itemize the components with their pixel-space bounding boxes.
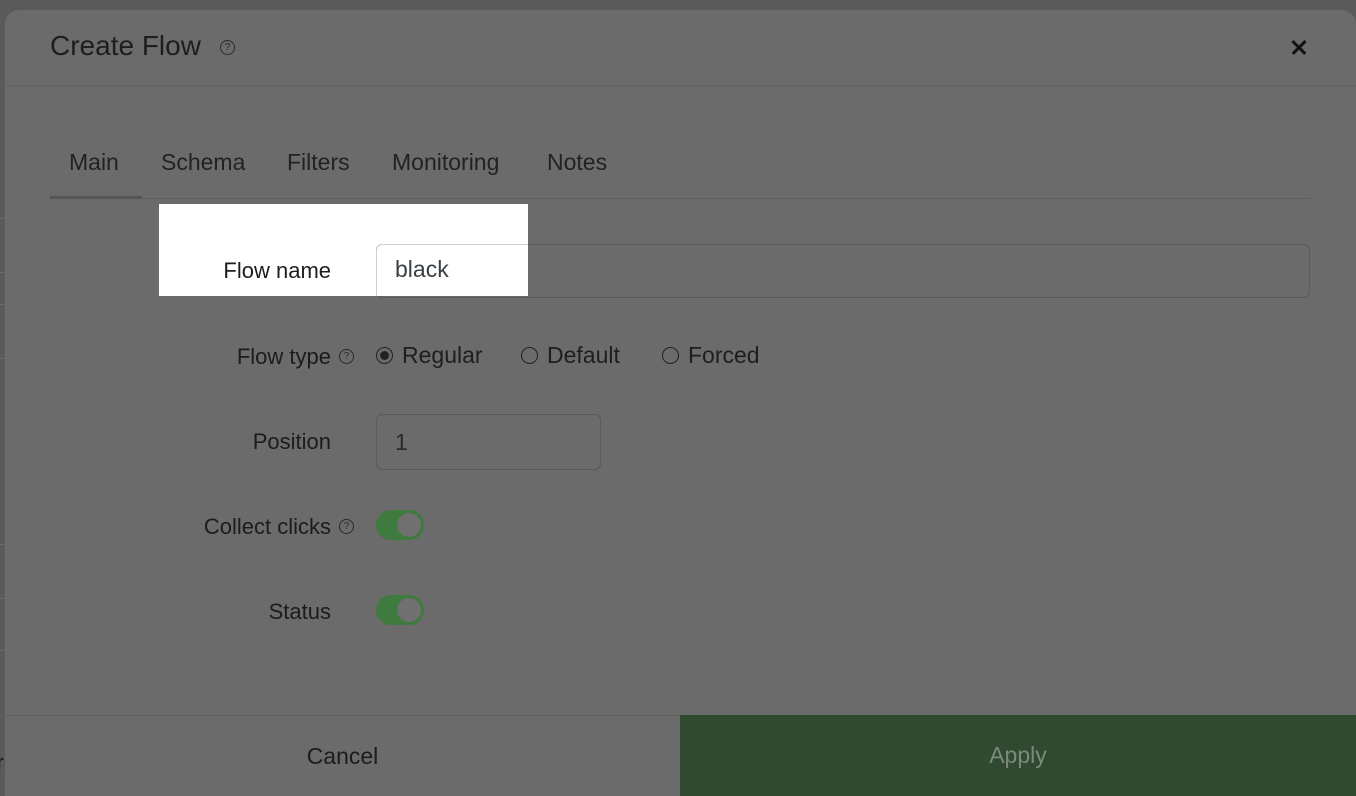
create-flow-dialog: Create Flow ? Main Schema Filters Monito…	[5, 10, 1356, 796]
flow-type-label: Flow type	[236, 344, 331, 369]
help-icon[interactable]: ?	[220, 40, 235, 55]
radio-regular[interactable]: Regular	[376, 342, 483, 369]
radio-default[interactable]: Default	[521, 342, 620, 369]
help-icon[interactable]: ?	[339, 519, 354, 534]
tab-notes[interactable]: Notes	[547, 149, 607, 176]
dialog-header: Create Flow ?	[5, 10, 1356, 86]
active-tab-indicator	[50, 196, 142, 199]
background-edge-text: r	[0, 752, 4, 774]
collect-clicks-toggle[interactable]	[376, 510, 424, 540]
flow-name-label: Flow name	[223, 258, 331, 283]
radio-default-label: Default	[547, 342, 620, 368]
tab-schema[interactable]: Schema	[161, 149, 245, 176]
close-icon[interactable]	[1286, 34, 1312, 60]
status-label: Status	[268, 599, 331, 624]
tab-main[interactable]: Main	[69, 149, 119, 176]
flow-name-value: black	[395, 256, 449, 282]
collect-clicks-label: Collect clicks	[203, 514, 331, 539]
radio-forced-label: Forced	[688, 342, 760, 368]
radio-regular-label: Regular	[402, 342, 483, 368]
apply-button[interactable]: Apply	[680, 715, 1356, 796]
tab-bar: Main Schema Filters Monitoring Notes	[50, 135, 1310, 199]
radio-unchecked-icon[interactable]	[662, 347, 679, 364]
tab-filters[interactable]: Filters	[287, 149, 350, 176]
radio-unchecked-icon[interactable]	[521, 347, 538, 364]
position-label: Position	[252, 429, 331, 454]
position-input[interactable]	[376, 414, 601, 470]
radio-checked-icon[interactable]	[376, 347, 393, 364]
tab-monitoring[interactable]: Monitoring	[392, 149, 499, 176]
dialog-title: Create Flow	[50, 30, 201, 61]
radio-forced[interactable]: Forced	[662, 342, 760, 369]
help-icon[interactable]: ?	[339, 349, 354, 364]
cancel-button[interactable]: Cancel	[5, 715, 680, 796]
status-toggle[interactable]	[376, 595, 424, 625]
